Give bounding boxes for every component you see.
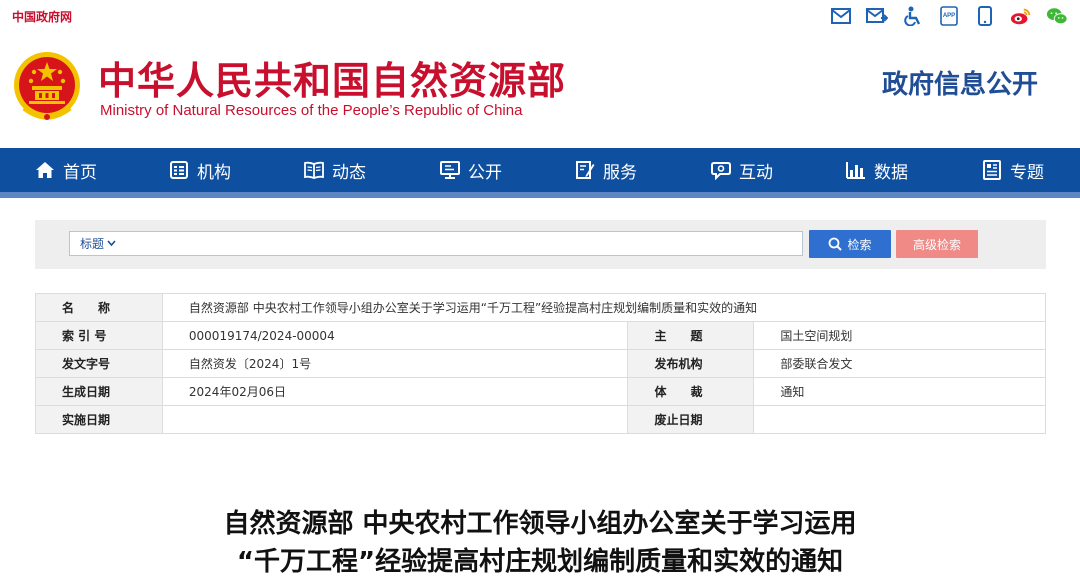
search-button-label: 检索 (847, 237, 872, 252)
index-label: 索 引 号 (35, 321, 163, 350)
app-icon[interactable]: APP (938, 5, 960, 27)
chevron-down-icon (107, 240, 116, 247)
document-metadata-table: 名 称 自然资源部 中央农村工作领导小组办公室关于学习运用“千万工程”经验提高村… (35, 293, 1047, 434)
nav-item-label: 首页 (63, 162, 97, 183)
created-date-value: 2024年02月06日 (161, 377, 629, 406)
nav-item-label: 动态 (332, 162, 366, 183)
search-button[interactable]: 检索 (809, 230, 891, 258)
nav-item-services[interactable]: 服务 (575, 148, 637, 192)
publisher-label: 发布机构 (627, 349, 755, 378)
site-subtitle: Ministry of Natural Resources of the Peo… (100, 102, 523, 119)
created-date-label: 生成日期 (35, 377, 163, 406)
site-header: 中华人民共和国自然资源部 Ministry of Natural Resourc… (0, 32, 1080, 148)
article-title: 自然资源部 中央农村工作领导小组办公室关于学习运用 “千万工程”经验提高村庄规划… (0, 505, 1080, 581)
nav-item-interaction[interactable]: 互动 (711, 148, 773, 192)
nav-item-org[interactable]: 机构 (169, 148, 231, 192)
gov-portal-link[interactable]: 中国政府网 (12, 8, 72, 25)
article-title-line-1: 自然资源部 中央农村工作领导小组办公室关于学习运用 (223, 509, 857, 539)
publisher-value: 部委联合发文 (753, 349, 1046, 378)
nav-item-label: 机构 (197, 162, 231, 183)
edit-icon (576, 161, 595, 179)
monitor-icon (440, 161, 460, 179)
topic-value: 国土空间规划 (753, 321, 1046, 350)
docno-value: 自然资发〔2024〕1号 (161, 349, 629, 378)
search-scope-label: 标题 (80, 237, 105, 251)
site-title: 中华人民共和国自然资源部 (98, 59, 567, 103)
nav-item-home[interactable]: 首页 (35, 148, 97, 192)
effective-date-label: 实施日期 (35, 405, 163, 434)
topic-label: 主 题 (627, 321, 755, 350)
table-row: 发文字号 自然资发〔2024〕1号 发布机构 部委联合发文 (35, 349, 1046, 378)
top-icons: APP (830, 4, 1068, 28)
topic-icon (983, 160, 1001, 180)
book-icon (304, 161, 324, 179)
genre-label: 体 裁 (627, 377, 755, 406)
table-row: 索 引 号 000019174/2024-00004 主 题 国土空间规划 (35, 321, 1046, 350)
search-panel: 标题 检索 高级检索 (35, 220, 1046, 269)
nav-item-label: 服务 (603, 162, 637, 183)
advanced-search-button[interactable]: 高级检索 (896, 230, 978, 258)
advanced-search-label: 高级检索 (912, 237, 961, 252)
wechat-icon[interactable] (1046, 5, 1068, 27)
org-icon (170, 161, 188, 179)
main-nav: 首页 机构 动态 公开 服务 互动 数据 专题 (0, 148, 1080, 192)
expiry-date-value (753, 405, 1046, 434)
search-scope-select[interactable]: 标题 (70, 235, 116, 252)
mailbox-icon[interactable] (866, 5, 888, 27)
nav-item-topics[interactable]: 专题 (982, 148, 1044, 192)
table-row: 实施日期 废止日期 (35, 405, 1046, 434)
table-row: 生成日期 2024年02月06日 体 裁 通知 (35, 377, 1046, 406)
accessibility-icon[interactable] (902, 5, 924, 27)
nav-item-label: 专题 (1010, 162, 1044, 183)
search-input[interactable] (124, 231, 802, 256)
nav-item-open[interactable]: 公开 (440, 148, 502, 192)
table-row: 名 称 自然资源部 中央农村工作领导小组办公室关于学习运用“千万工程”经验提高村… (35, 293, 1047, 322)
section-title: 政府信息公开 (881, 70, 1038, 100)
mobile-icon[interactable] (974, 5, 996, 27)
article-title-line-2: “千万工程”经验提高村庄规划编制质量和实效的通知 (236, 547, 844, 577)
bar-chart-icon (846, 162, 865, 179)
nav-item-data[interactable]: 数据 (846, 148, 908, 192)
nav-item-label: 互动 (739, 162, 773, 183)
nav-item-label: 公开 (468, 162, 502, 183)
weibo-icon[interactable] (1010, 5, 1032, 27)
docno-label: 发文字号 (35, 349, 163, 378)
name-label: 名 称 (35, 293, 163, 322)
national-emblem-logo[interactable] (12, 50, 82, 124)
top-bar: 中国政府网 APP (0, 0, 1080, 32)
effective-date-value (161, 405, 629, 434)
home-icon (36, 162, 54, 178)
email-icon[interactable] (830, 5, 852, 27)
nav-item-news[interactable]: 动态 (304, 148, 366, 192)
search-box: 标题 (69, 231, 803, 256)
name-value: 自然资源部 中央农村工作领导小组办公室关于学习运用“千万工程”经验提高村庄规划编… (161, 293, 1047, 322)
svg-text:APP: APP (943, 13, 955, 19)
nav-accent-bar (0, 192, 1080, 198)
genre-value: 通知 (753, 377, 1046, 406)
chat-icon (711, 162, 731, 180)
search-icon (829, 237, 843, 251)
nav-item-label: 数据 (874, 162, 908, 183)
index-value: 000019174/2024-00004 (161, 321, 629, 350)
expiry-date-label: 废止日期 (627, 405, 755, 434)
